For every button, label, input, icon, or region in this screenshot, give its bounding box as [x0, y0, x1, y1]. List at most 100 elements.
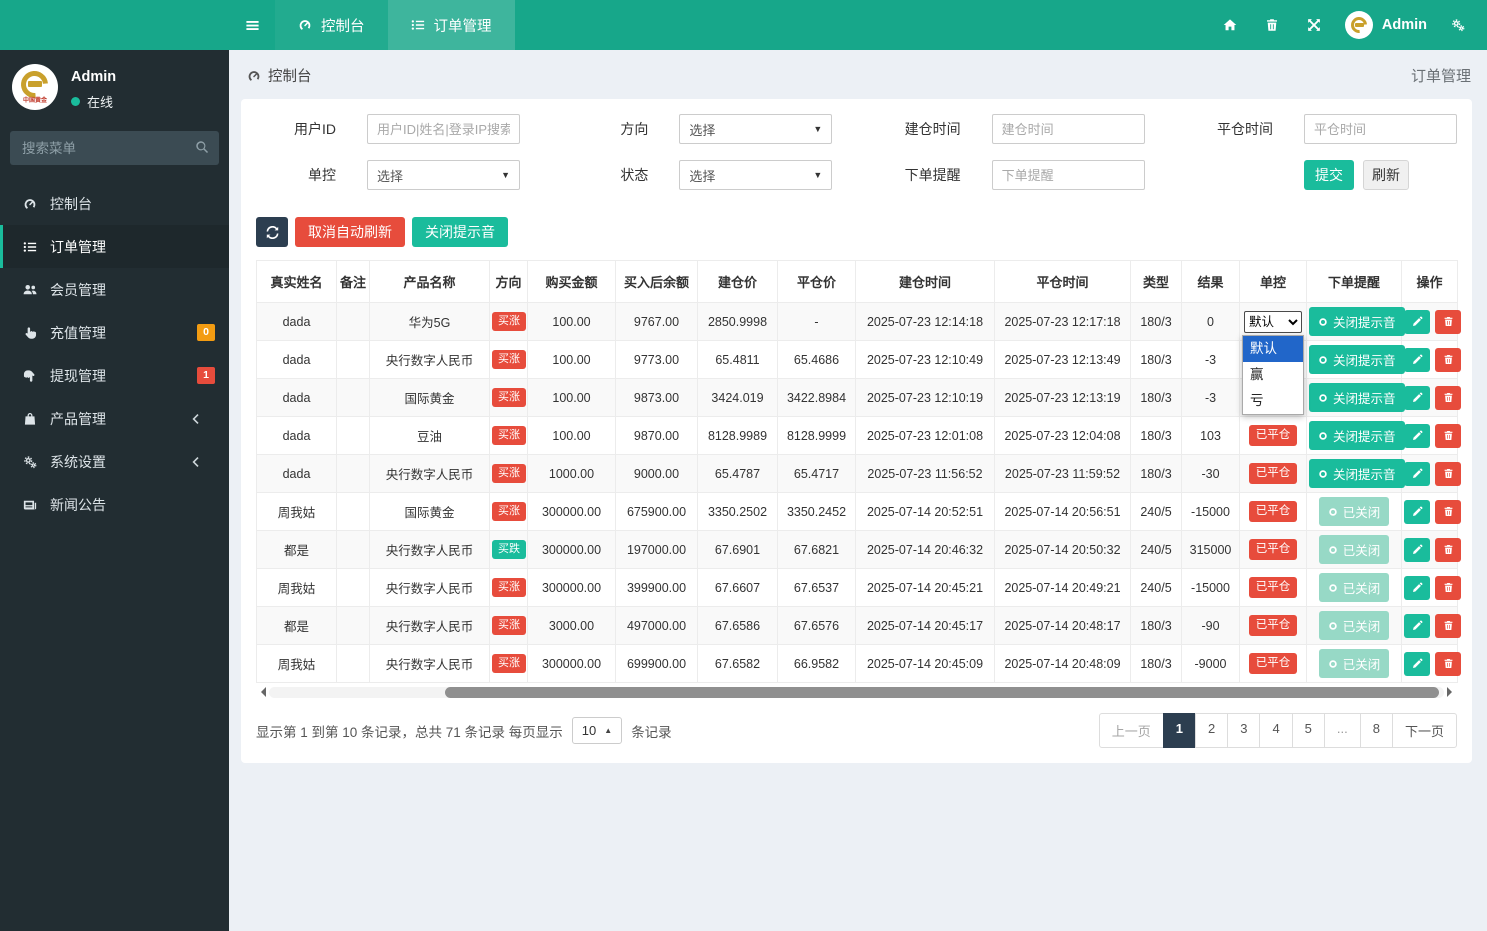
page-item-...[interactable]: ...: [1324, 713, 1361, 748]
direction-select[interactable]: 选择 ▼: [679, 114, 832, 144]
page-size-select[interactable]: 10 ▲: [572, 717, 622, 744]
submit-button[interactable]: 提交: [1304, 160, 1354, 190]
reminder-button: 已关闭: [1319, 649, 1390, 678]
ring-icon: [1318, 393, 1328, 403]
cell-product: 央行数字人民币: [370, 455, 490, 493]
home-icon-button[interactable]: [1209, 0, 1251, 50]
delete-button[interactable]: [1435, 500, 1461, 524]
reminder-input[interactable]: [992, 160, 1145, 190]
reminder-button[interactable]: 关闭提示音: [1309, 307, 1405, 336]
user-menu[interactable]: Admin: [1335, 11, 1437, 39]
sidebar-toggle-button[interactable]: [229, 0, 275, 50]
pencil-icon: [1412, 316, 1423, 327]
close-sound-button[interactable]: 关闭提示音: [412, 217, 508, 247]
cell-open-price: 67.6607: [698, 569, 778, 607]
page-item-上一页[interactable]: 上一页: [1099, 713, 1164, 748]
cell-close-price: 66.9582: [778, 645, 856, 683]
edit-button[interactable]: [1404, 538, 1430, 562]
direction-badge: 买涨: [492, 426, 526, 445]
reminder-button[interactable]: 关闭提示音: [1309, 421, 1405, 450]
dropdown-option[interactable]: 亏: [1243, 388, 1303, 414]
cancel-auto-refresh-button[interactable]: 取消自动刷新: [295, 217, 405, 247]
reminder-button[interactable]: 关闭提示音: [1309, 459, 1405, 488]
refresh-button[interactable]: 刷新: [1363, 160, 1409, 190]
sidebar-item-产品管理[interactable]: 产品管理: [0, 397, 229, 440]
scroll-right-arrow-icon[interactable]: [1447, 687, 1457, 697]
control-filter-select[interactable]: 选择 ▼: [367, 160, 520, 190]
reminder-button[interactable]: 关闭提示音: [1309, 383, 1405, 412]
reminder-label: 关闭提示音: [1333, 388, 1396, 407]
page-item-8[interactable]: 8: [1360, 713, 1393, 748]
expand-icon-button[interactable]: [1293, 0, 1335, 50]
page-item-下一页[interactable]: 下一页: [1392, 713, 1457, 748]
delete-button[interactable]: [1435, 538, 1461, 562]
delete-button[interactable]: [1435, 310, 1461, 334]
trash-icon: [1443, 620, 1454, 631]
delete-button[interactable]: [1435, 614, 1461, 638]
edit-button[interactable]: [1404, 614, 1430, 638]
page-item-3[interactable]: 3: [1227, 713, 1260, 748]
horizontal-scrollbar[interactable]: [256, 686, 1457, 698]
page-item-1[interactable]: 1: [1163, 713, 1196, 748]
close-time-input[interactable]: [1304, 114, 1457, 144]
scrollbar-track[interactable]: [269, 687, 1444, 698]
hand-down-icon: [23, 369, 41, 383]
edit-button[interactable]: [1404, 576, 1430, 600]
sidebar-item-提现管理[interactable]: 提现管理1: [0, 354, 229, 397]
main-content: 控制台 订单管理 用户ID 方向 选择 ▼ 建仓时间 平仓时间: [229, 0, 1487, 931]
refresh-table-button[interactable]: [256, 217, 288, 247]
status-select[interactable]: 选择 ▼: [679, 160, 832, 190]
trash-icon-button[interactable]: [1251, 0, 1293, 50]
cell-amount: 100.00: [528, 379, 616, 417]
settings-button[interactable]: [1437, 0, 1479, 50]
delete-button[interactable]: [1435, 386, 1461, 410]
edit-button[interactable]: [1404, 462, 1430, 486]
breadcrumb[interactable]: 控制台: [247, 65, 312, 86]
sidebar-item-新闻公告[interactable]: 新闻公告: [0, 483, 229, 526]
page-item-5[interactable]: 5: [1292, 713, 1325, 748]
sidebar-item-系统设置[interactable]: 系统设置: [0, 440, 229, 483]
delete-button[interactable]: [1435, 576, 1461, 600]
dropdown-option[interactable]: 默认: [1243, 336, 1303, 362]
search-icon[interactable]: [195, 140, 209, 154]
open-time-input[interactable]: [992, 114, 1145, 144]
page-item-2[interactable]: 2: [1195, 713, 1228, 748]
delete-button[interactable]: [1435, 652, 1461, 676]
edit-button[interactable]: [1404, 348, 1430, 372]
filter-reminder: 下单提醒: [881, 160, 1145, 190]
scroll-left-arrow-icon[interactable]: [256, 687, 266, 697]
userid-input[interactable]: [367, 114, 520, 144]
bars-icon: [245, 18, 260, 33]
notification-badge: 0: [197, 324, 215, 341]
closed-badge: 已平仓: [1249, 425, 1298, 447]
users-icon: [23, 283, 41, 297]
sidebar-item-会员管理[interactable]: 会员管理: [0, 268, 229, 311]
nav-item-订单管理[interactable]: 订单管理: [388, 0, 515, 50]
edit-button[interactable]: [1404, 310, 1430, 334]
edit-button[interactable]: [1404, 386, 1430, 410]
menu-search-input[interactable]: [10, 131, 219, 165]
edit-button[interactable]: [1404, 652, 1430, 676]
delete-button[interactable]: [1435, 348, 1461, 372]
sidebar-item-控制台[interactable]: 控制台: [0, 182, 229, 225]
cell-type: 240/5: [1131, 531, 1182, 569]
edit-button[interactable]: [1404, 424, 1430, 448]
dropdown-option[interactable]: 赢: [1243, 362, 1303, 388]
ring-icon: [1318, 431, 1328, 441]
delete-button[interactable]: [1435, 462, 1461, 486]
pencil-icon: [1412, 392, 1423, 403]
orders-panel: 用户ID 方向 选择 ▼ 建仓时间 平仓时间 单控: [241, 99, 1472, 763]
orders-tbody: dada华为5G买涨100.009767.002850.9998-2025-07…: [257, 303, 1458, 683]
reminder-button[interactable]: 关闭提示音: [1309, 345, 1405, 374]
trash-icon: [1443, 392, 1454, 403]
nav-item-控制台[interactable]: 控制台: [275, 0, 388, 50]
scrollbar-thumb[interactable]: [445, 687, 1439, 698]
edit-button[interactable]: [1404, 500, 1430, 524]
sidebar-item-充值管理[interactable]: 充值管理0: [0, 311, 229, 354]
delete-button[interactable]: [1435, 424, 1461, 448]
page-item-4[interactable]: 4: [1259, 713, 1292, 748]
cell-reminder: 已关闭: [1307, 645, 1402, 683]
control-dropdown: 默认赢亏: [1242, 335, 1304, 415]
sidebar-item-订单管理[interactable]: 订单管理: [0, 225, 229, 268]
control-select[interactable]: 默认赢亏: [1244, 311, 1302, 333]
